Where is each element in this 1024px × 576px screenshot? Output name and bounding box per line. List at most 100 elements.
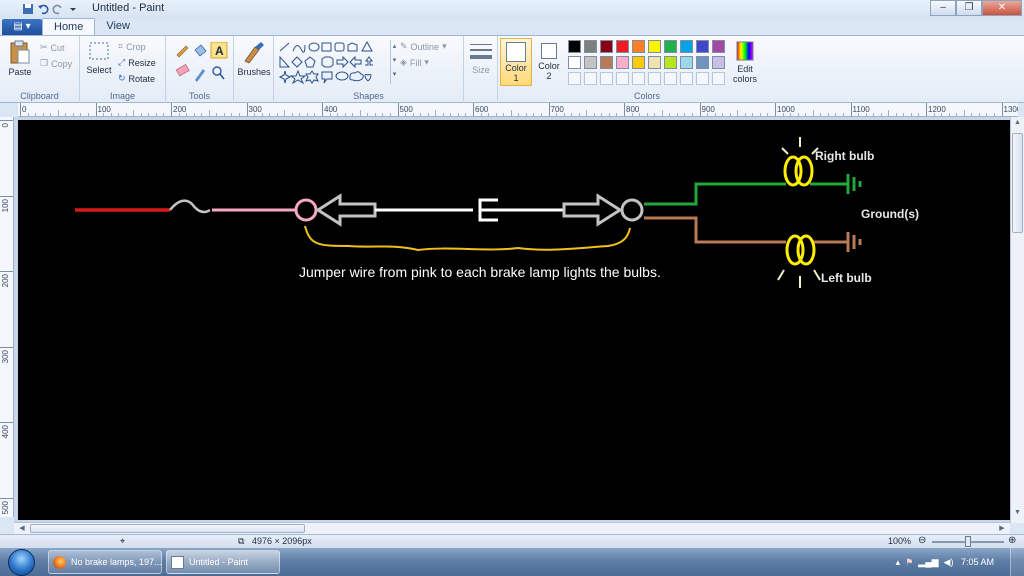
fill-icon[interactable]	[194, 44, 207, 57]
scroll-left-icon[interactable]: ◀	[16, 523, 28, 534]
shapes-scroll[interactable]: ▴ ▾ ▾	[390, 40, 398, 84]
volume-icon[interactable]: ◀)	[944, 557, 954, 567]
taskbar-item-paint[interactable]: Untitled - Paint	[166, 550, 280, 574]
custom-color-slot[interactable]	[584, 72, 597, 85]
color1-button[interactable]: Color 1	[500, 38, 532, 86]
ruler-label: 800	[626, 105, 640, 114]
color-swatch[interactable]	[664, 56, 677, 69]
color-swatch[interactable]	[568, 56, 581, 69]
color-swatch[interactable]	[648, 56, 661, 69]
copy-button[interactable]: ❐ Copy	[40, 58, 72, 69]
clock[interactable]: 7:05 AM	[961, 557, 994, 567]
color-swatch[interactable]	[616, 40, 629, 53]
tab-home[interactable]: Home	[42, 18, 96, 35]
zoom-out-icon[interactable]: ⊖	[918, 535, 926, 546]
color-swatch[interactable]	[600, 56, 613, 69]
custom-color-slot[interactable]	[632, 72, 645, 85]
vertical-scroll-thumb[interactable]	[1012, 133, 1023, 233]
scroll-up-icon[interactable]: ▲	[1012, 119, 1023, 131]
status-bar: ⌖ ⧉ 4976 × 2096px 100% ⊖ ⊕	[0, 534, 1024, 548]
cut-button[interactable]: ✂ Cut	[40, 42, 65, 53]
close-button[interactable]: ✕	[982, 0, 1022, 16]
crop-button[interactable]: ⌗ Crop	[118, 41, 146, 52]
scroll-right-icon[interactable]: ▶	[996, 523, 1008, 534]
tray-arrow-icon[interactable]: ▴	[896, 557, 901, 567]
color-swatch[interactable]	[632, 56, 645, 69]
start-button[interactable]	[8, 549, 35, 576]
tab-view[interactable]: View	[95, 18, 141, 35]
custom-color-slot[interactable]	[696, 72, 709, 85]
vertical-scrollbar[interactable]: ▲ ▼	[1010, 117, 1024, 523]
six-point-star-icon	[305, 70, 319, 84]
color-swatch[interactable]	[712, 40, 725, 53]
color-swatch[interactable]	[696, 56, 709, 69]
color-swatch[interactable]	[648, 40, 661, 53]
minimize-button[interactable]: –	[930, 0, 956, 16]
customize-toolbar-icon[interactable]	[67, 3, 79, 15]
color-swatch[interactable]	[568, 40, 581, 53]
heart-shape-icon	[364, 74, 372, 82]
custom-color-slot[interactable]	[648, 72, 661, 85]
drawing-canvas[interactable]: Right bulb Ground(s) Left bulb Jumper wi…	[18, 120, 1010, 520]
eraser-icon[interactable]	[175, 63, 190, 77]
custom-color-slot[interactable]	[568, 72, 581, 85]
outline-button[interactable]: ✎ Outline ▾	[400, 41, 447, 52]
magnifier-icon[interactable]	[212, 66, 225, 80]
undo-icon[interactable]	[37, 3, 49, 15]
ruler-minor-tick	[797, 113, 799, 116]
color-swatch[interactable]	[632, 40, 645, 53]
rotate-button[interactable]: ↻ Rotate	[118, 73, 155, 84]
color-swatch[interactable]	[696, 40, 709, 53]
color-swatch[interactable]	[712, 56, 725, 69]
ruler-tick	[850, 103, 852, 116]
scroll-down-icon[interactable]: ▼	[1012, 509, 1023, 521]
color-swatch[interactable]	[680, 56, 693, 69]
custom-color-slot[interactable]	[712, 72, 725, 85]
ruler-minor-tick	[639, 113, 641, 116]
color-swatch[interactable]	[584, 56, 597, 69]
custom-color-slot[interactable]	[600, 72, 613, 85]
horizontal-scroll-thumb[interactable]	[30, 524, 305, 533]
color-swatch[interactable]	[584, 40, 597, 53]
size-button[interactable]: Size	[466, 41, 496, 75]
zoom-slider-thumb[interactable]	[965, 536, 971, 547]
edit-colors-button[interactable]: Edit colors	[730, 40, 760, 84]
save-icon[interactable]	[22, 3, 34, 15]
fill-button[interactable]: ◈ Fill ▾	[400, 57, 429, 68]
color-swatch[interactable]	[680, 40, 693, 53]
ruler-minor-tick	[480, 113, 482, 116]
text-icon[interactable]: A	[210, 42, 228, 59]
color2-button[interactable]: Color 2	[535, 38, 563, 86]
ruler-minor-tick	[737, 110, 739, 116]
custom-color-slot[interactable]	[616, 72, 629, 85]
brushes-button[interactable]: Brushes	[236, 41, 272, 77]
color-swatch[interactable]	[616, 56, 629, 69]
show-desktop-button[interactable]	[1010, 548, 1024, 576]
color-swatch[interactable]	[664, 40, 677, 53]
taskbar-item-firefox[interactable]: No brake lamps, 197...	[48, 550, 162, 574]
redo-icon[interactable]	[52, 3, 64, 15]
ruler-minor-tick	[759, 113, 761, 116]
ruler-minor-tick	[178, 113, 180, 116]
custom-color-slot[interactable]	[680, 72, 693, 85]
paste-button[interactable]: Paste	[4, 39, 36, 77]
ruler-minor-tick	[744, 113, 746, 116]
custom-color-slot[interactable]	[664, 72, 677, 85]
ruler-minor-tick	[163, 113, 165, 116]
resize-button[interactable]: ⤢ Resize	[118, 57, 156, 68]
color-swatch[interactable]	[600, 40, 613, 53]
paint-menu-button[interactable]: ▤ ▾	[2, 19, 42, 35]
select-button[interactable]: Select	[84, 41, 114, 75]
color-picker-icon[interactable]	[195, 69, 205, 82]
ruler-minor-tick	[963, 110, 965, 116]
pencil-icon[interactable]	[174, 42, 190, 58]
network-icon[interactable]: ▂▄▆	[918, 557, 938, 567]
left-bulb-label: Left bulb	[821, 271, 872, 285]
maximize-button[interactable]: ❐	[956, 0, 982, 16]
horizontal-scrollbar[interactable]: ◀ ▶	[14, 522, 1010, 534]
image-group-label: Image	[109, 91, 135, 101]
zoom-in-icon[interactable]: ⊕	[1008, 535, 1016, 546]
action-center-icon[interactable]: ⚑	[905, 557, 913, 567]
ruler-minor-tick	[540, 113, 542, 116]
shapes-gallery[interactable]	[278, 41, 390, 85]
